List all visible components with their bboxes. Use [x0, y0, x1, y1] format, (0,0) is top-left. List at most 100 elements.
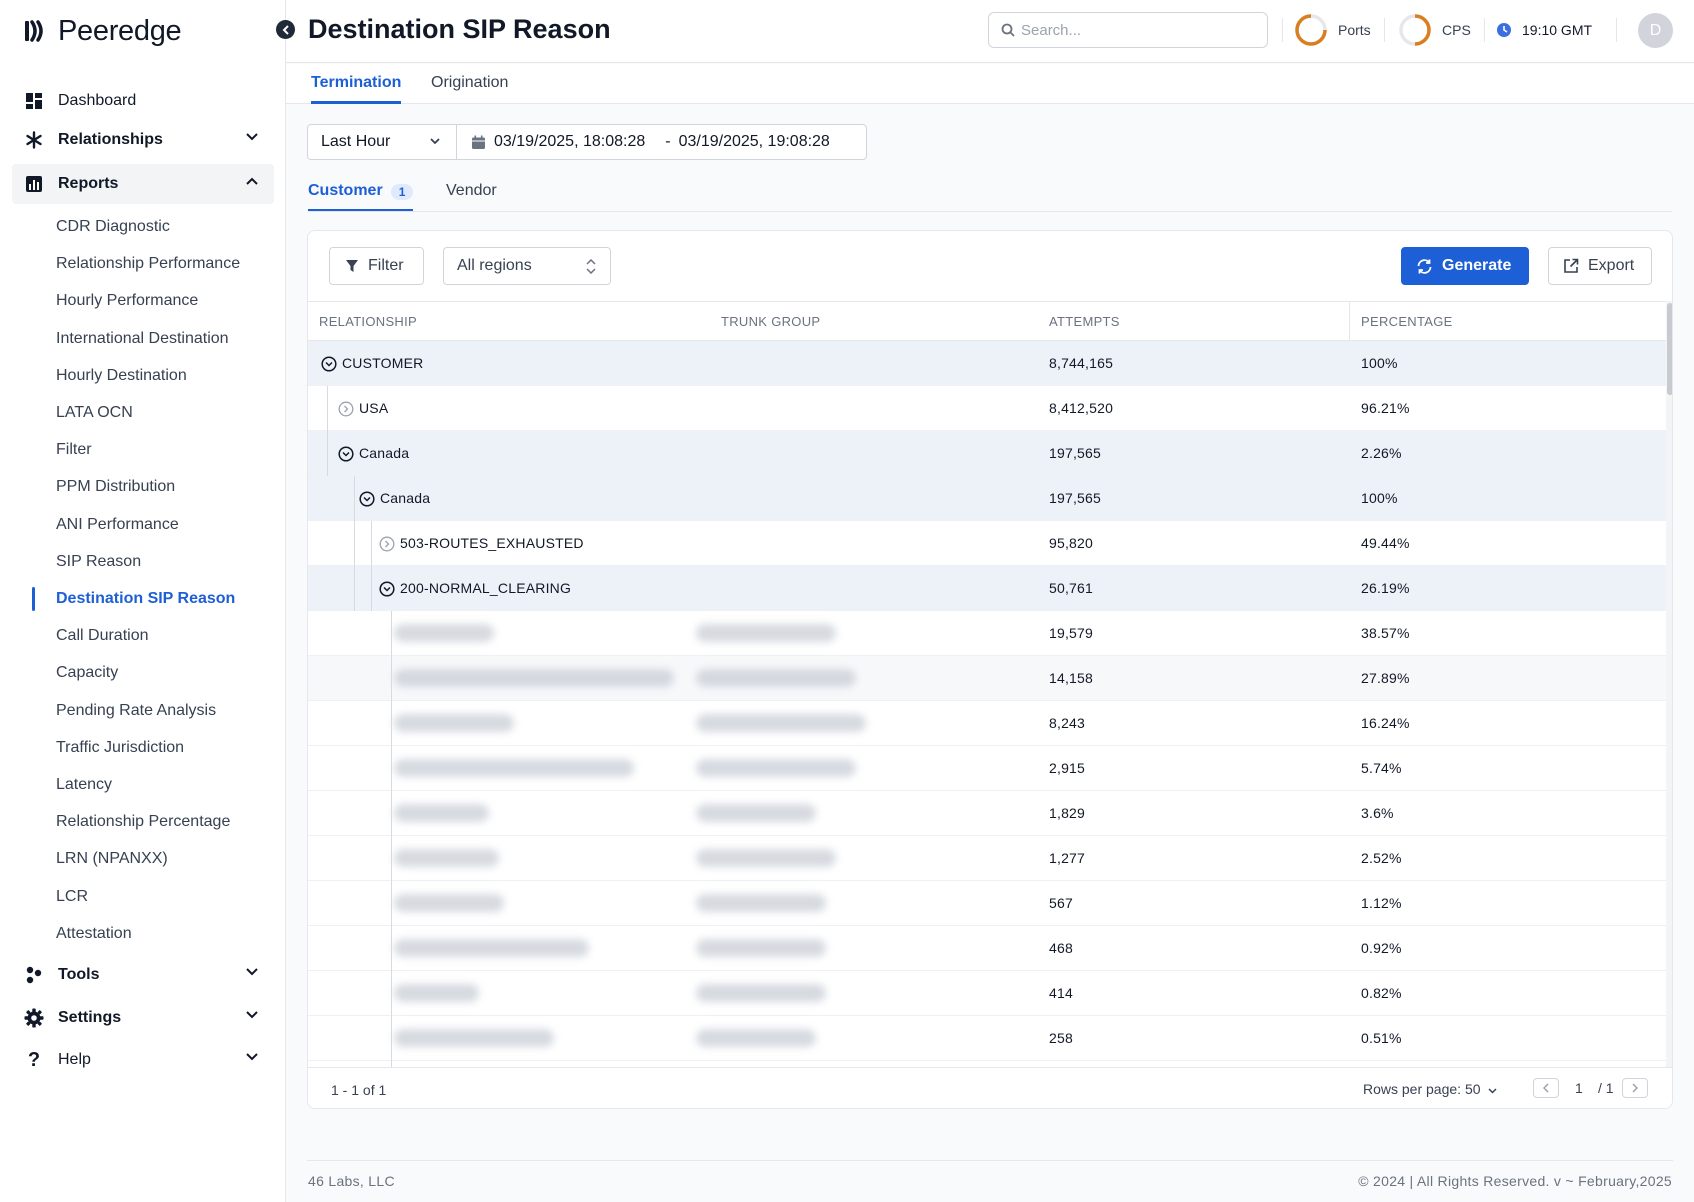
table-row[interactable]: Canada 197,565 100% [308, 476, 1666, 521]
table-row[interactable]: 8,243 16.24% [308, 701, 1666, 746]
relationships-icon [24, 130, 44, 150]
nav-tools[interactable]: Tools [12, 955, 274, 995]
cps-label: CPS [1442, 22, 1471, 38]
table-row[interactable]: 200-NORMAL_CLEARING 50,761 26.19% [308, 566, 1666, 611]
sidebar-item-cdr-diagnostic[interactable]: CDR Diagnostic [56, 215, 170, 239]
chevron-left-icon [282, 24, 289, 35]
tab-origination[interactable]: Origination [431, 74, 508, 104]
table-header: RELATIONSHIP TRUNK GROUP ATTEMPTS PERCEN… [308, 301, 1666, 342]
table-row[interactable]: USA 8,412,520 96.21% [308, 386, 1666, 431]
sidebar-item-relationship-performance[interactable]: Relationship Performance [56, 252, 240, 276]
table-row[interactable]: 468 0.92% [308, 926, 1666, 971]
table-row[interactable]: 1,277 2.52% [308, 836, 1666, 881]
ports-metric[interactable]: Ports [1294, 12, 1371, 48]
sidebar-item-hourly-performance[interactable]: Hourly Performance [56, 289, 198, 313]
table-row[interactable]: 503-ROUTES_EXHAUSTED 95,820 49.44% [308, 521, 1666, 566]
expand-row-icon[interactable] [379, 536, 395, 552]
ports-gauge-icon [1295, 14, 1327, 46]
sidebar-item-attestation[interactable]: Attestation [56, 922, 132, 946]
table-footer: 1 - 1 of 1 Rows per page: 50 1 / 1 [308, 1067, 1672, 1108]
sidebar-item-sip-reason[interactable]: SIP Reason [56, 550, 141, 574]
table-row[interactable]: 567 1.12% [308, 881, 1666, 926]
export-button[interactable]: Export [1548, 247, 1652, 285]
search-input[interactable] [1021, 21, 1251, 39]
redacted-relationship [394, 624, 494, 642]
collapse-row-icon[interactable] [359, 491, 375, 507]
table-row[interactable]: 19,579 38.57% [308, 611, 1666, 656]
nav-reports[interactable]: Reports [12, 164, 274, 204]
next-page-button[interactable] [1622, 1078, 1648, 1098]
row-percentage: 0.82% [1361, 985, 1402, 1001]
sidebar-item-international-destination[interactable]: International Destination [56, 327, 229, 351]
range-preset-select[interactable]: Last Hour [307, 124, 457, 160]
generate-button-label: Generate [1442, 257, 1512, 274]
scrollbar-track[interactable] [1666, 301, 1672, 1068]
collapse-row-icon[interactable] [379, 581, 395, 597]
tab-customer[interactable]: Customer 1 [308, 182, 414, 212]
table-row[interactable]: 414 0.82% [308, 971, 1666, 1016]
generate-button[interactable]: Generate [1401, 247, 1529, 285]
brand-logo[interactable]: Peeredge [24, 14, 182, 48]
column-relationship[interactable]: RELATIONSHIP [319, 314, 417, 329]
table-body: CUSTOMER 8,744,165 100% USA 8,412,520 96.21% C… [308, 341, 1666, 1068]
collapse-row-icon[interactable] [338, 446, 354, 462]
scrollbar-thumb[interactable] [1667, 303, 1672, 395]
sidebar-item-destination-sip-reason[interactable]: Destination SIP Reason [56, 587, 235, 611]
chevron-down-icon [430, 138, 440, 145]
column-trunk-group[interactable]: TRUNK GROUP [721, 314, 820, 329]
redacted-relationship [394, 669, 674, 687]
expand-row-icon[interactable] [338, 401, 354, 417]
regions-select[interactable]: All regions [443, 247, 611, 285]
nav-relationships[interactable]: Relationships [12, 120, 274, 160]
sidebar-item-capacity[interactable]: Capacity [56, 661, 118, 685]
tab-vendor[interactable]: Vendor [446, 182, 497, 212]
sidebar-item-lrn-npanxx[interactable]: LRN (NPANXX) [56, 847, 168, 871]
sidebar-item-filter[interactable]: Filter [56, 438, 92, 462]
sidebar-collapse-button[interactable] [276, 20, 295, 39]
prev-page-button[interactable] [1533, 1078, 1559, 1098]
sidebar-item-ppm-distribution[interactable]: PPM Distribution [56, 475, 175, 499]
refresh-icon [1417, 258, 1432, 274]
nav-dashboard[interactable]: Dashboard [12, 81, 274, 121]
sidebar-item-lata-ocn[interactable]: LATA OCN [56, 401, 133, 425]
redacted-relationship [394, 804, 489, 822]
sidebar-item-latency[interactable]: Latency [56, 773, 112, 797]
column-divider [1349, 302, 1350, 342]
nav-reports-label: Reports [58, 175, 119, 192]
table-row[interactable]: 258 0.51% [308, 1016, 1666, 1061]
table-row[interactable]: CUSTOMER 8,744,165 100% [308, 341, 1666, 386]
sidebar-item-lcr[interactable]: LCR [56, 885, 88, 909]
search-box[interactable] [988, 12, 1268, 48]
avatar[interactable]: D [1638, 13, 1673, 48]
sidebar-item-relationship-percentage[interactable]: Relationship Percentage [56, 810, 230, 834]
cps-metric[interactable]: CPS [1398, 12, 1471, 48]
filter-button[interactable]: Filter [329, 247, 424, 285]
tree-guide-line [354, 476, 355, 611]
sidebar-item-pending-rate-analysis[interactable]: Pending Rate Analysis [56, 699, 216, 723]
redacted-trunk-group [696, 804, 816, 822]
peeredge-logo-icon [25, 20, 43, 42]
tab-termination[interactable]: Termination [311, 74, 402, 104]
header-divider [1484, 18, 1485, 42]
row-attempts: 19,579 [1049, 625, 1094, 641]
sidebar-item-call-duration[interactable]: Call Duration [56, 624, 148, 648]
column-attempts[interactable]: ATTEMPTS [1049, 314, 1120, 329]
table-row[interactable]: 1,829 3.6% [308, 791, 1666, 836]
row-label: 503-ROUTES_EXHAUSTED [400, 535, 584, 551]
row-attempts: 197,565 [1049, 445, 1102, 461]
column-percentage[interactable]: PERCENTAGE [1361, 314, 1453, 329]
sidebar-item-ani-performance[interactable]: ANI Performance [56, 513, 179, 537]
table-row[interactable]: Canada 197,565 2.26% [308, 431, 1666, 476]
range-preset-value: Last Hour [321, 133, 391, 150]
nav-settings[interactable]: Settings [12, 998, 274, 1038]
collapse-row-icon[interactable] [321, 356, 337, 372]
nav-help[interactable]: ? Help [12, 1040, 274, 1080]
sidebar-item-traffic-jurisdiction[interactable]: Traffic Jurisdiction [56, 736, 184, 760]
table-row[interactable]: 2,915 5.74% [308, 746, 1666, 791]
rows-per-page-select[interactable]: Rows per page: 50 [1363, 1081, 1497, 1097]
sidebar-item-hourly-destination[interactable]: Hourly Destination [56, 364, 187, 388]
date-range-picker[interactable]: 03/19/2025, 18:08:28 - 03/19/2025, 19:08… [456, 124, 867, 160]
top-header: Destination SIP Reason Ports CPS 19:10 G… [286, 0, 1694, 63]
table-row[interactable]: 14,158 27.89% [308, 656, 1666, 701]
row-percentage: 0.51% [1361, 1030, 1402, 1046]
